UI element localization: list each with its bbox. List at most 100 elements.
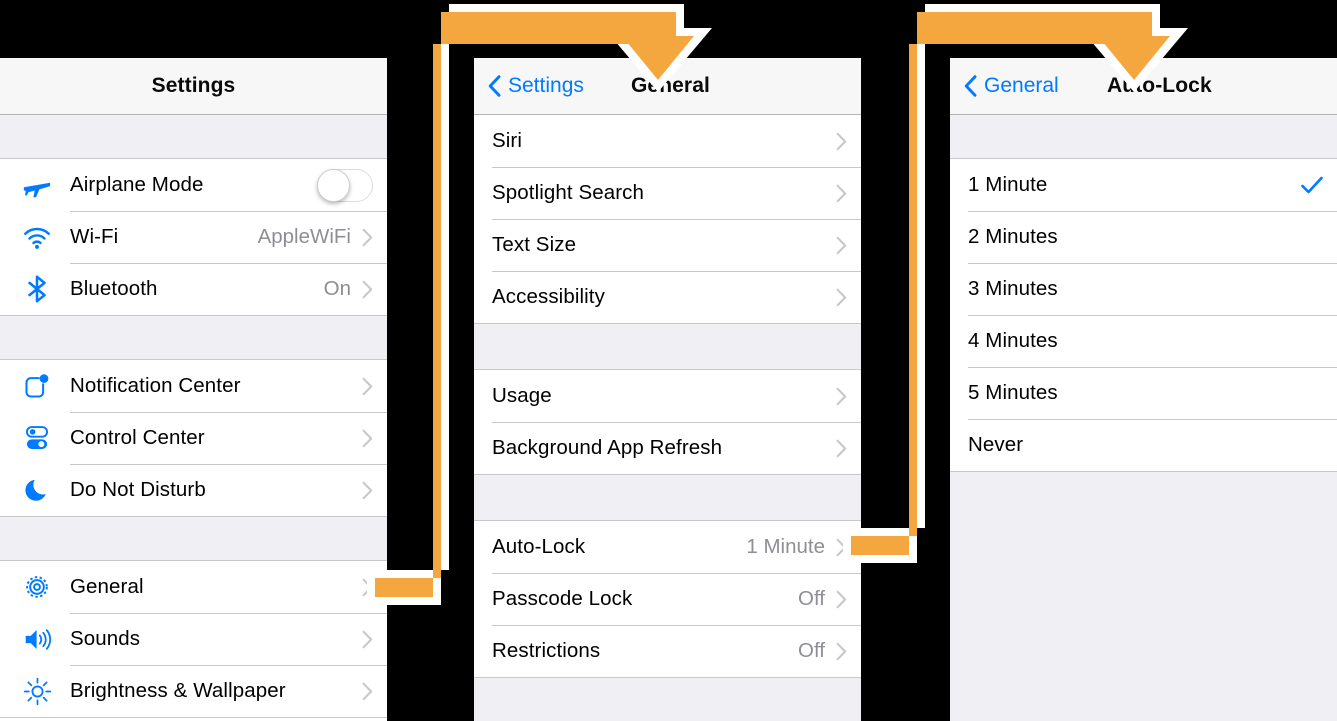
- row-label: Auto-Lock: [492, 535, 586, 558]
- row-label: General: [70, 575, 144, 598]
- row-label: Notification Center: [70, 374, 241, 397]
- auto-lock-screen: General Auto-Lock 1 Minute 2 Minutes 3 M…: [950, 58, 1337, 721]
- general-group-1: Siri Spotlight Search Text Size Accessib…: [474, 115, 861, 324]
- settings-screen: Settings Airplane Mode Wi-Fi AppleWiFi B…: [0, 58, 387, 721]
- option-never[interactable]: Never: [950, 419, 1337, 471]
- group-spacer: [474, 475, 861, 521]
- page-title: Auto-Lock: [1107, 74, 1212, 97]
- row-value: AppleWiFi: [257, 225, 351, 248]
- chevron-right-icon: [362, 630, 373, 648]
- row-label: Do Not Disturb: [70, 478, 206, 501]
- row-label: 4 Minutes: [968, 329, 1058, 352]
- option-1-minute[interactable]: 1 Minute: [950, 159, 1337, 211]
- chevron-right-icon: [836, 439, 847, 457]
- row-value: On: [323, 277, 351, 300]
- group-spacer: [950, 472, 1337, 721]
- general-screen: Settings General Siri Spotlight Search T…: [474, 58, 861, 721]
- bluetooth-icon: [18, 272, 56, 306]
- row-accessibility[interactable]: Accessibility: [474, 271, 861, 323]
- row-spotlight-search[interactable]: Spotlight Search: [474, 167, 861, 219]
- row-brightness-wallpaper[interactable]: Brightness & Wallpaper: [0, 665, 387, 717]
- chevron-right-icon: [836, 184, 847, 202]
- settings-navbar: Settings: [0, 58, 387, 115]
- notification-center-icon: [18, 369, 56, 403]
- do-not-disturb-icon: [18, 473, 56, 507]
- row-label: Accessibility: [492, 285, 605, 308]
- toggle-knob: [317, 168, 350, 202]
- chevron-right-icon: [836, 387, 847, 405]
- row-text-size[interactable]: Text Size: [474, 219, 861, 271]
- row-label: Brightness & Wallpaper: [70, 679, 286, 702]
- row-restrictions[interactable]: Restrictions Off: [474, 625, 861, 677]
- row-label: Never: [968, 433, 1024, 456]
- group-spacer: [474, 324, 861, 370]
- group-spacer: [950, 115, 1337, 159]
- chevron-left-icon: [964, 75, 977, 97]
- auto-lock-options-group: 1 Minute 2 Minutes 3 Minutes 4 Minutes 5…: [950, 159, 1337, 472]
- row-passcode-lock[interactable]: Passcode Lock Off: [474, 573, 861, 625]
- row-notification-center[interactable]: Notification Center: [0, 360, 387, 412]
- row-label: 2 Minutes: [968, 225, 1058, 248]
- row-background-app-refresh[interactable]: Background App Refresh: [474, 422, 861, 474]
- chevron-right-icon: [362, 228, 373, 246]
- chevron-right-icon: [836, 236, 847, 254]
- group-spacer: [0, 115, 387, 159]
- option-3-minutes[interactable]: 3 Minutes: [950, 263, 1337, 315]
- row-do-not-disturb[interactable]: Do Not Disturb: [0, 464, 387, 516]
- back-to-general-button[interactable]: General: [964, 58, 1059, 114]
- general-group-3: Auto-Lock 1 Minute Passcode Lock Off Res…: [474, 521, 861, 678]
- row-label: 3 Minutes: [968, 277, 1058, 300]
- row-auto-lock[interactable]: Auto-Lock 1 Minute: [474, 521, 861, 573]
- chevron-right-icon: [362, 481, 373, 499]
- row-wifi[interactable]: Wi-Fi AppleWiFi: [0, 211, 387, 263]
- chevron-right-icon: [362, 578, 373, 596]
- row-label: Airplane Mode: [70, 173, 204, 196]
- row-control-center[interactable]: Control Center: [0, 412, 387, 464]
- row-value: Off: [798, 587, 825, 610]
- wifi-icon: [18, 220, 56, 254]
- general-navbar: Settings General: [474, 58, 861, 115]
- chevron-right-icon: [836, 538, 847, 556]
- row-label: Siri: [492, 129, 523, 152]
- option-5-minutes[interactable]: 5 Minutes: [950, 367, 1337, 419]
- sounds-icon: [18, 622, 56, 656]
- auto-lock-navbar: General Auto-Lock: [950, 58, 1337, 115]
- row-label: Passcode Lock: [492, 587, 633, 610]
- group-spacer: [474, 678, 861, 721]
- group-spacer: [0, 517, 387, 561]
- row-label: Usage: [492, 384, 552, 407]
- row-label: Background App Refresh: [492, 436, 723, 459]
- option-2-minutes[interactable]: 2 Minutes: [950, 211, 1337, 263]
- row-value: Off: [798, 639, 825, 662]
- row-sounds[interactable]: Sounds: [0, 613, 387, 665]
- row-siri[interactable]: Siri: [474, 115, 861, 167]
- row-label: 5 Minutes: [968, 381, 1058, 404]
- gear-icon: [18, 570, 56, 604]
- screenshot-root: Settings Airplane Mode Wi-Fi AppleWiFi B…: [0, 0, 1337, 721]
- general-group-2: Usage Background App Refresh: [474, 370, 861, 475]
- group-spacer: [0, 316, 387, 360]
- row-general[interactable]: General: [0, 561, 387, 613]
- checkmark-icon: [1301, 176, 1323, 194]
- settings-group-system: General Sounds Brightness & Wallpaper: [0, 561, 387, 718]
- brightness-icon: [18, 674, 56, 708]
- chevron-right-icon: [362, 429, 373, 447]
- back-to-settings-button[interactable]: Settings: [488, 58, 584, 114]
- row-label: Text Size: [492, 233, 577, 256]
- row-label: 1 Minute: [968, 173, 1048, 196]
- row-usage[interactable]: Usage: [474, 370, 861, 422]
- settings-group-connectivity: Airplane Mode Wi-Fi AppleWiFi Bluetooth …: [0, 159, 387, 316]
- chevron-right-icon: [836, 590, 847, 608]
- back-label: Settings: [508, 74, 584, 97]
- row-bluetooth[interactable]: Bluetooth On: [0, 263, 387, 315]
- chevron-right-icon: [836, 132, 847, 150]
- chevron-right-icon: [362, 280, 373, 298]
- row-label: Spotlight Search: [492, 181, 645, 204]
- option-4-minutes[interactable]: 4 Minutes: [950, 315, 1337, 367]
- settings-group-notifications: Notification Center Control Center Do No…: [0, 360, 387, 517]
- airplane-mode-toggle[interactable]: [317, 168, 373, 202]
- row-airplane-mode[interactable]: Airplane Mode: [0, 159, 387, 211]
- row-label: Restrictions: [492, 639, 601, 662]
- page-title: Settings: [151, 74, 236, 97]
- chevron-right-icon: [362, 377, 373, 395]
